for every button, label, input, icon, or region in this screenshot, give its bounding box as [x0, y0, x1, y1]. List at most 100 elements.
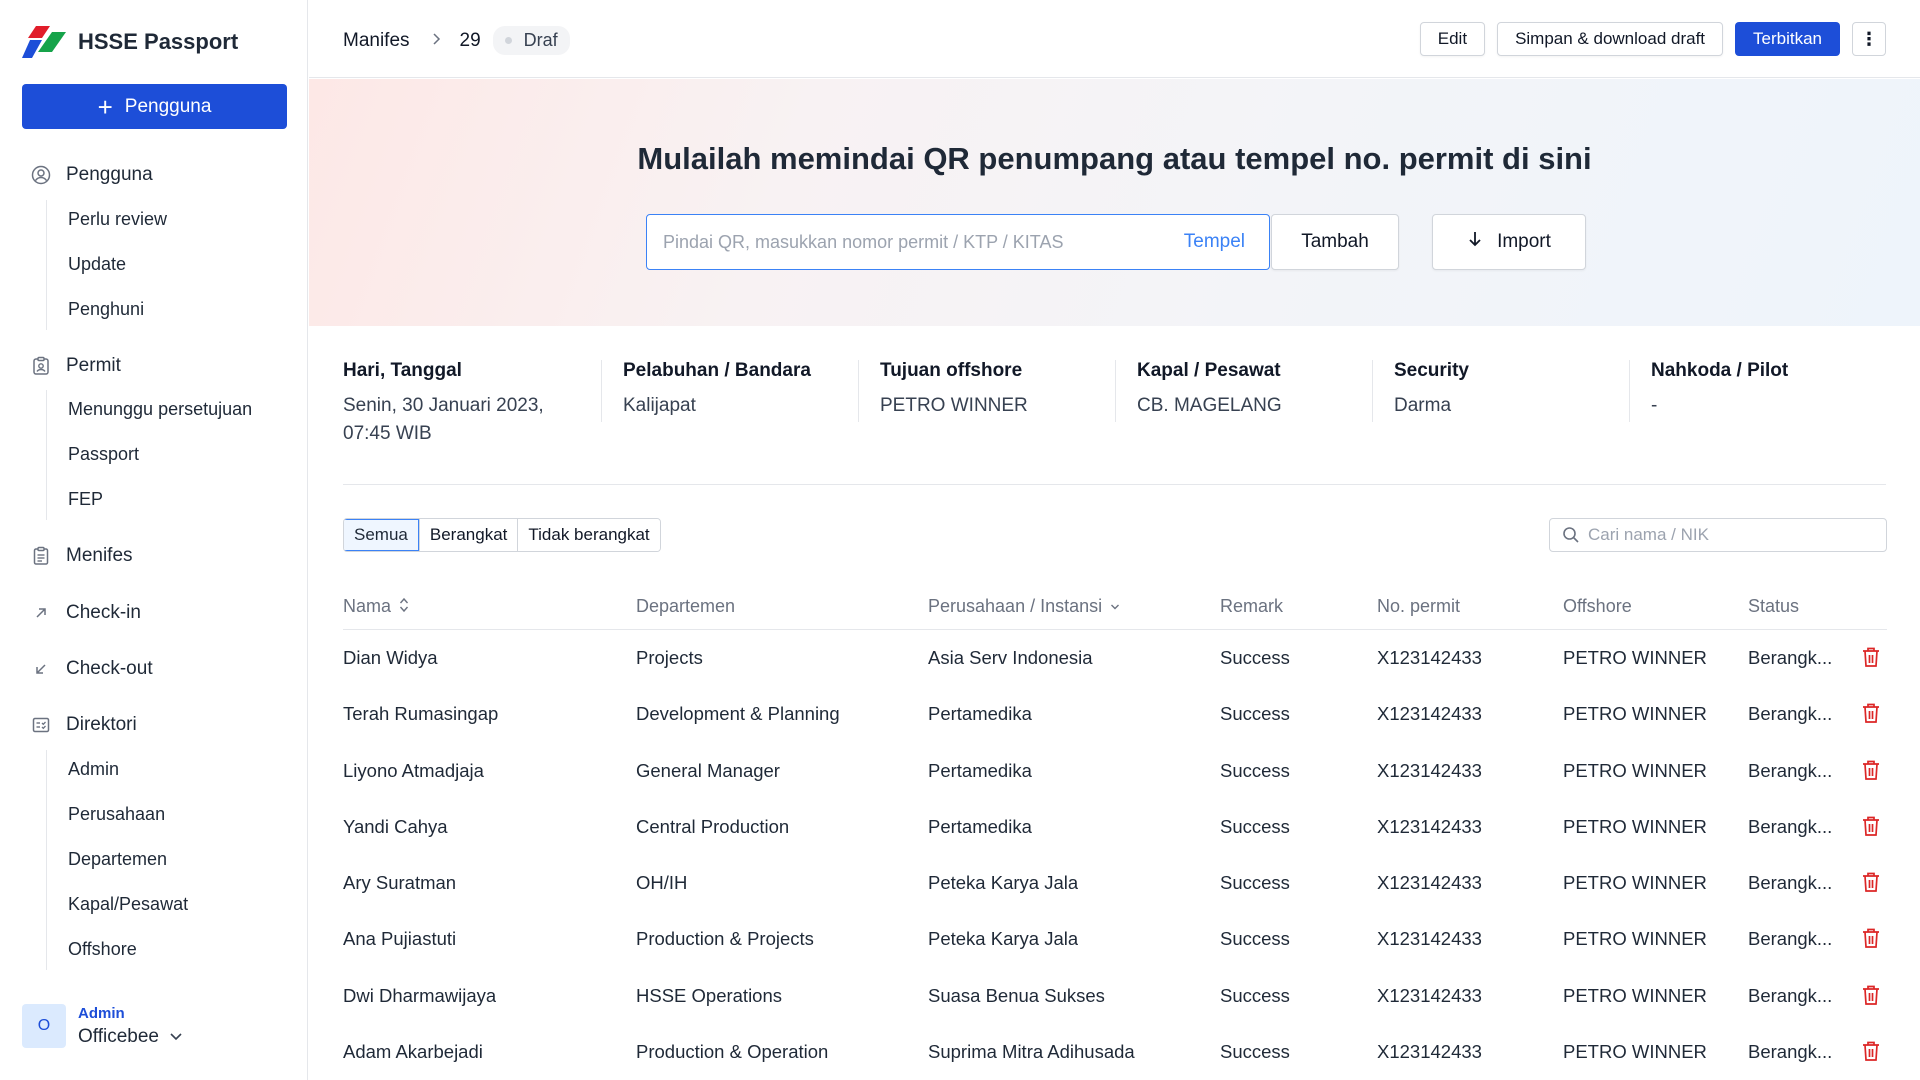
arrow-down-left-icon: [30, 658, 52, 680]
sidebar: HSSE Passport + Pengguna Pengguna Perlu …: [0, 0, 308, 1080]
user-role: Admin: [78, 1004, 125, 1022]
cell-offshore: PETRO WINNER: [1563, 647, 1707, 668]
nav-permit[interactable]: Permit: [30, 351, 121, 381]
table-row[interactable]: Liyono Atmadjaja General Manager Pertamedi…: [343, 743, 1887, 799]
chevron-down-icon[interactable]: [1110, 600, 1120, 614]
cell-departemen: Production & Operation: [636, 1041, 829, 1063]
divider: [601, 360, 602, 422]
cell-no-permit: X123142433: [1377, 928, 1482, 950]
scan-input[interactable]: [647, 215, 1184, 269]
user-name-dropdown[interactable]: Officebee: [78, 1026, 183, 1048]
paste-button[interactable]: Tempel: [1184, 231, 1245, 253]
cell-perusahaan: Peteka Karya Jala: [928, 872, 1079, 894]
table-row[interactable]: Dian Widya Projects Asia Serv Indonesia Suc…: [343, 630, 1887, 686]
breadcrumb-id: 29: [459, 29, 481, 51]
cell-status: Berangk...: [1748, 928, 1833, 950]
cell-no-permit: X123142433: [1377, 703, 1482, 725]
import-label: Import: [1497, 231, 1551, 252]
publish-button[interactable]: Terbitkan: [1735, 22, 1840, 56]
nav-offshore[interactable]: Offshore: [68, 936, 137, 962]
trash-icon[interactable]: [1861, 815, 1881, 837]
nav-direktori[interactable]: Direktori: [30, 710, 137, 740]
search-input[interactable]: [1588, 525, 1886, 545]
nav-departemen[interactable]: Departemen: [68, 846, 167, 872]
breadcrumb-manifes[interactable]: Manifes: [343, 30, 410, 52]
nav-pengguna-label: Pengguna: [66, 164, 153, 185]
cell-perusahaan: Pertamedika: [928, 759, 1032, 781]
trash-icon[interactable]: [1861, 927, 1881, 949]
cell-no-permit: X123142433: [1377, 647, 1482, 668]
table-row[interactable]: Terah Rumasingap Development & Planning Pe…: [343, 686, 1887, 742]
info-offshore-value: PETRO WINNER: [880, 395, 1028, 416]
nav-penghuni[interactable]: Penghuni: [68, 296, 144, 322]
info-date-line1: Senin, 30 Januari 2023,: [343, 395, 544, 416]
table-row[interactable]: Adam Akarbejadi Production & Operation Sup…: [343, 1024, 1887, 1080]
trash-icon[interactable]: [1861, 646, 1881, 668]
col-perusahaan[interactable]: Perusahaan / Instansi: [928, 596, 1120, 617]
status-dot-icon: [504, 37, 512, 44]
trash-icon[interactable]: [1861, 984, 1881, 1006]
nav-check-in-label: Check-in: [66, 602, 141, 623]
cell-offshore: PETRO WINNER: [1563, 759, 1707, 781]
col-nama[interactable]: Nama: [343, 596, 409, 617]
nav-perlu-review[interactable]: Perlu review: [68, 206, 167, 232]
cell-remark: Success: [1220, 872, 1290, 894]
nav-update[interactable]: Update: [68, 251, 126, 277]
col-departemen: Departemen: [636, 596, 736, 616]
add-passenger-button[interactable]: Tambah: [1271, 214, 1399, 270]
divider: [1115, 360, 1116, 422]
nav-menifes[interactable]: Menifes: [30, 541, 133, 571]
more-options-icon[interactable]: ⋮: [1852, 22, 1886, 56]
trash-icon[interactable]: [1861, 1040, 1881, 1062]
cell-no-permit: X123142433: [1377, 815, 1482, 837]
scan-input-box: Tempel: [646, 214, 1270, 270]
nav-admin[interactable]: Admin: [68, 756, 119, 782]
nav-pengguna[interactable]: Pengguna: [30, 160, 153, 190]
nav-fep[interactable]: FEP: [68, 486, 103, 512]
add-user-label: Pengguna: [124, 95, 212, 117]
table-row[interactable]: Yandi Cahya Central Production Pertamedika…: [343, 799, 1887, 855]
directory-icon: [30, 714, 52, 736]
cell-departemen: Projects: [636, 647, 703, 668]
table-row[interactable]: Ana Pujiastuti Production & Projects Petek…: [343, 911, 1887, 967]
topbar: Manifes 29 Draf Edit Simpan & download d…: [309, 0, 1920, 78]
trash-icon[interactable]: [1861, 702, 1881, 724]
sort-icon[interactable]: [399, 597, 409, 616]
cell-remark: Success: [1220, 815, 1290, 837]
nav-passport[interactable]: Passport: [68, 441, 139, 467]
brand[interactable]: HSSE Passport: [22, 24, 238, 60]
nav-menifes-label: Menifes: [66, 545, 133, 566]
nav-kapal-pesawat[interactable]: Kapal/Pesawat: [68, 891, 188, 917]
save-download-draft-button[interactable]: Simpan & download draft: [1497, 22, 1724, 56]
cell-nama: Dian Widya: [343, 647, 438, 668]
avatar: O: [22, 1004, 66, 1048]
cell-status: Berangk...: [1748, 1041, 1833, 1063]
table-row[interactable]: Dwi Dharmawijaya HSSE Operations Suasa Ben…: [343, 968, 1887, 1024]
trash-icon[interactable]: [1861, 759, 1881, 781]
cell-status: Berangk...: [1748, 872, 1833, 894]
search-icon: [1563, 527, 1579, 543]
add-user-button[interactable]: + Pengguna: [22, 84, 287, 129]
nav-perusahaan[interactable]: Perusahaan: [68, 801, 165, 827]
nav-check-out[interactable]: Check-out: [30, 654, 153, 684]
user-menu[interactable]: O Admin Officebee: [22, 1004, 183, 1048]
cell-offshore: PETRO WINNER: [1563, 984, 1707, 1006]
user-name: Officebee: [78, 1025, 159, 1047]
cell-departemen: Development & Planning: [636, 703, 840, 725]
import-button[interactable]: Import: [1432, 214, 1586, 270]
info-port-value: Kalijapat: [623, 395, 696, 416]
cell-offshore: PETRO WINNER: [1563, 703, 1707, 725]
tab-semua[interactable]: Semua: [344, 519, 419, 551]
nav-menunggu-persetujuan[interactable]: Menunggu persetujuan: [68, 396, 252, 422]
trash-icon[interactable]: [1861, 871, 1881, 893]
tab-berangkat[interactable]: Berangkat: [418, 519, 518, 551]
col-remark: Remark: [1220, 596, 1284, 616]
table-row[interactable]: Ary Suratman OH/IH Peteka Karya Jala Succes…: [343, 855, 1887, 911]
app-title: HSSE Passport: [78, 29, 239, 54]
cell-offshore: PETRO WINNER: [1563, 815, 1707, 837]
cell-departemen: General Manager: [636, 759, 780, 781]
edit-button[interactable]: Edit: [1419, 22, 1486, 56]
nav-check-in[interactable]: Check-in: [30, 598, 141, 628]
tab-tidak-berangkat[interactable]: Tidak berangkat: [517, 519, 660, 551]
col-perusahaan-label: Perusahaan / Instansi: [928, 596, 1103, 616]
